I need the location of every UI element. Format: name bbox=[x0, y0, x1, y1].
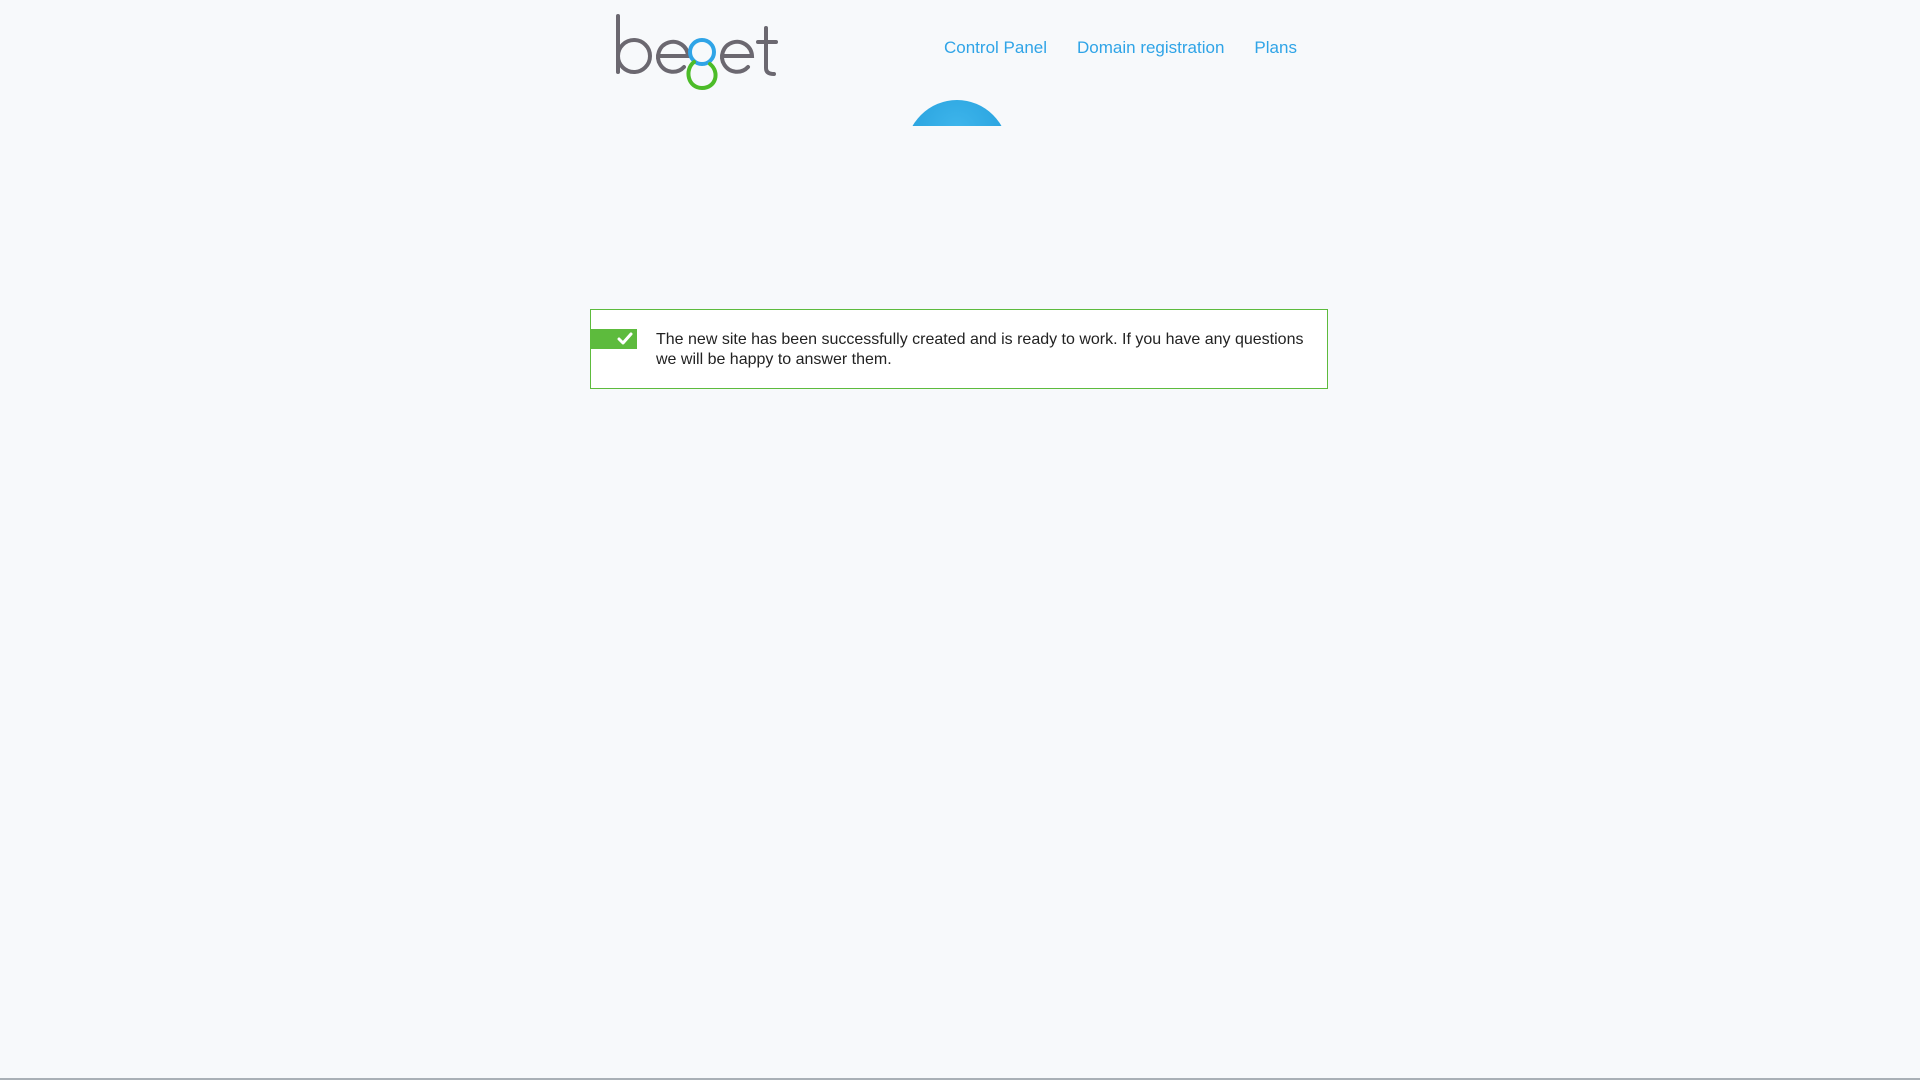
alert-message: The new site has been successfully creat… bbox=[656, 331, 1304, 368]
alert-badge bbox=[591, 329, 637, 349]
hero-disc bbox=[906, 100, 1008, 126]
beget-logo[interactable] bbox=[614, 14, 780, 90]
nav-control-panel[interactable]: Control Panel bbox=[944, 38, 1047, 58]
success-alert: The new site has been successfully creat… bbox=[590, 309, 1328, 389]
checkmark-icon bbox=[617, 332, 633, 345]
top-nav: Control Panel Domain registration Plans bbox=[944, 38, 1297, 58]
nav-plans[interactable]: Plans bbox=[1254, 38, 1297, 58]
hero-circle-icon bbox=[906, 100, 1008, 126]
page: Control Panel Domain registration Plans … bbox=[0, 0, 1920, 1080]
nav-domain-registration[interactable]: Domain registration bbox=[1077, 38, 1224, 58]
header: Control Panel Domain registration Plans bbox=[614, 14, 1334, 94]
